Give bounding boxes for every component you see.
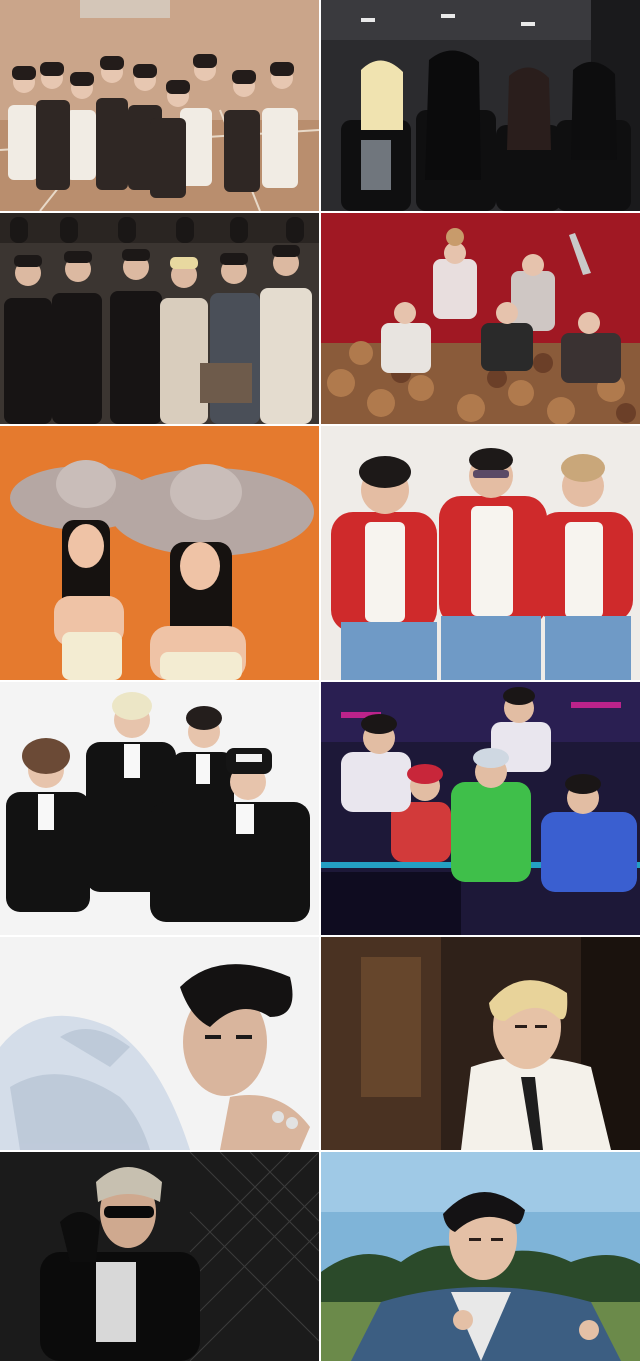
photo-duo-white-hats-orange: [0, 426, 319, 680]
photo-solo-denim-outdoors: [321, 1152, 640, 1361]
photo-group-red-teddy-bears: [321, 213, 640, 424]
photo-solo-white-ruffles: [0, 937, 319, 1150]
photo-group-guitar-wall: [0, 213, 319, 424]
photo-group-neon-arcade: [321, 682, 640, 935]
photo-group-dark-leather: [321, 0, 640, 211]
photo-group-gym-floor: [0, 0, 319, 211]
photo-quartet-black-suits: [0, 682, 319, 935]
photo-collage-grid: [0, 0, 640, 1365]
photo-solo-sunglasses-fence: [0, 1152, 319, 1361]
photo-trio-red-jackets: [321, 426, 640, 680]
photo-solo-blond-warm-light: [321, 937, 640, 1150]
